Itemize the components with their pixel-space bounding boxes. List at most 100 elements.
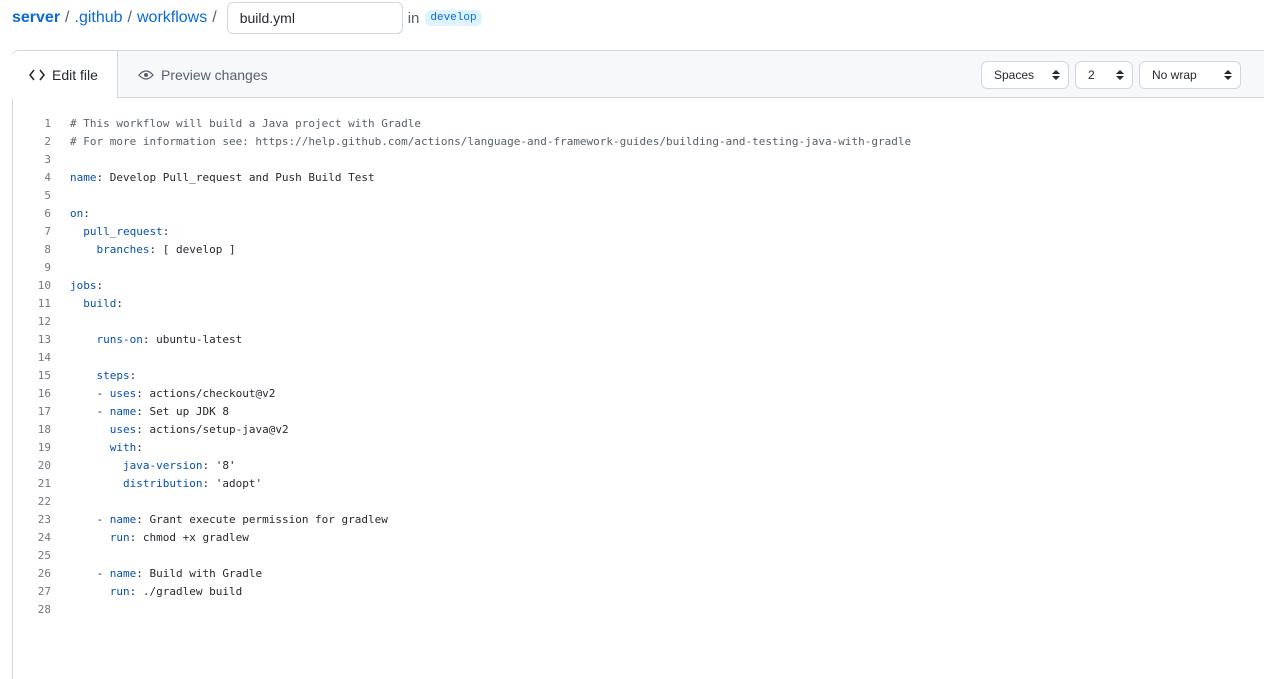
yaml-key: with [109, 441, 137, 454]
code-line[interactable]: 21 distribution: 'adopt' [13, 475, 911, 493]
line-number: 18 [37, 423, 51, 436]
line-number: 24 [37, 531, 51, 544]
eye-icon [137, 67, 155, 83]
code-line[interactable]: 5 [13, 187, 911, 205]
code-line[interactable]: 24 run: chmod +x gradlew [13, 529, 911, 547]
code-indent: - [70, 405, 110, 418]
indent-size-select[interactable]: 2 [1075, 61, 1133, 89]
code-line[interactable]: 1 # This workflow will build a Java proje… [13, 115, 911, 133]
yaml-key: uses [109, 423, 137, 436]
select-arrows-icon [1052, 70, 1060, 80]
yaml-value: : [ develop ] [149, 243, 236, 256]
yaml-value: : [116, 297, 123, 310]
yaml-key: runs-on [96, 333, 143, 346]
line-number: 10 [37, 279, 51, 292]
code-line-text: java-version: '8' [70, 457, 236, 475]
yaml-value: : chmod +x gradlew [129, 531, 249, 544]
line-number: 23 [37, 513, 51, 526]
line-number: 7 [44, 225, 51, 238]
yaml-key: name [109, 567, 137, 580]
breadcrumb-separator: / [127, 9, 132, 26]
code-line[interactable]: 27 run: ./gradlew build [13, 583, 911, 601]
line-number: 6 [44, 207, 51, 220]
tab-edit-file-label: Edit file [52, 66, 98, 83]
tab-preview-changes-label: Preview changes [161, 66, 268, 83]
breadcrumb-github-folder-link[interactable]: .github [75, 9, 123, 27]
code-line[interactable]: 22 [13, 493, 911, 511]
tab-edit-file[interactable]: Edit file [12, 51, 118, 99]
code-line[interactable]: 15 steps: [13, 367, 911, 385]
code-line-text: jobs: [70, 277, 103, 295]
breadcrumb: server / .github / workflows / in develo… [12, 2, 482, 34]
code-line[interactable]: 20 java-version: '8' [13, 457, 911, 475]
line-number: 20 [37, 459, 51, 472]
code-area[interactable]: 1 # This workflow will build a Java proje… [13, 115, 911, 619]
line-number: 4 [44, 171, 51, 184]
yaml-value: : '8' [202, 459, 236, 472]
tab-preview-changes[interactable]: Preview changes [137, 51, 268, 98]
indent-mode-select[interactable]: Spaces [981, 61, 1069, 89]
yaml-value: : Grant execute permission for gradlew [136, 513, 388, 526]
line-number: 27 [37, 585, 51, 598]
code-line[interactable]: 28 [13, 601, 911, 619]
yaml-value: : actions/checkout@v2 [136, 387, 276, 400]
code-line[interactable]: 10 jobs: [13, 277, 911, 295]
line-number: 8 [44, 243, 51, 256]
breadcrumb-workflows-folder-link[interactable]: workflows [137, 9, 207, 27]
code-line-text: name: Develop Pull_request and Push Buil… [70, 169, 375, 187]
line-number: 14 [37, 351, 51, 364]
yaml-value: : [83, 207, 90, 220]
wrap-mode-select[interactable]: No wrap [1139, 61, 1241, 89]
code-line[interactable]: 8 branches: [ develop ] [13, 241, 911, 259]
code-line[interactable]: 9 [13, 259, 911, 277]
code-line[interactable]: 11 build: [13, 295, 911, 313]
branch-badge: develop [425, 10, 482, 26]
filename-input[interactable] [226, 2, 403, 34]
breadcrumb-repo-link[interactable]: server [12, 9, 60, 27]
line-number: 2 [44, 135, 51, 148]
line-number: 15 [37, 369, 51, 382]
code-line[interactable]: 17 - name: Set up JDK 8 [13, 403, 911, 421]
indent-mode-value: Spaces [994, 68, 1035, 82]
code-line[interactable]: 25 [13, 547, 911, 565]
code-line-text: run: chmod +x gradlew [70, 529, 249, 547]
code-line-text: with: [70, 439, 143, 457]
line-number: 25 [37, 549, 51, 562]
code-indent: - [70, 387, 110, 400]
code-line[interactable]: 7 pull_request: [13, 223, 911, 241]
code-line[interactable]: 12 [13, 313, 911, 331]
code-line-text: branches: [ develop ] [70, 241, 236, 259]
yaml-key: jobs [70, 279, 97, 292]
code-line-text: on: [70, 205, 90, 223]
indent-size-value: 2 [1088, 68, 1095, 82]
code-line[interactable]: 18 uses: actions/setup-java@v2 [13, 421, 911, 439]
code-line[interactable]: 26 - name: Build with Gradle [13, 565, 911, 583]
line-number: 22 [37, 495, 51, 508]
yaml-value: : ./gradlew build [129, 585, 243, 598]
code-line[interactable]: 3 [13, 151, 911, 169]
code-line[interactable]: 2 # For more information see: https://hel… [13, 133, 911, 151]
code-line[interactable]: 19 with: [13, 439, 911, 457]
yaml-comment: # For more information see: https://help… [70, 135, 912, 148]
line-number: 19 [37, 441, 51, 454]
code-line-text: build: [70, 295, 123, 313]
code-line[interactable]: 13 runs-on: ubuntu-latest [13, 331, 911, 349]
code-icon [28, 67, 46, 83]
yaml-key: branches [96, 243, 150, 256]
code-line-text: run: ./gradlew build [70, 583, 242, 601]
yaml-value: : [136, 441, 143, 454]
code-line[interactable]: 4 name: Develop Pull_request and Push Bui… [13, 169, 911, 187]
line-number: 17 [37, 405, 51, 418]
yaml-key: steps [96, 369, 130, 382]
code-line[interactable]: 6 on: [13, 205, 911, 223]
code-indent: - [70, 567, 110, 580]
code-line[interactable]: 16 - uses: actions/checkout@v2 [13, 385, 911, 403]
code-line[interactable]: 23 - name: Grant execute permission for … [13, 511, 911, 529]
yaml-key: on [70, 207, 84, 220]
code-line[interactable]: 14 [13, 349, 911, 367]
